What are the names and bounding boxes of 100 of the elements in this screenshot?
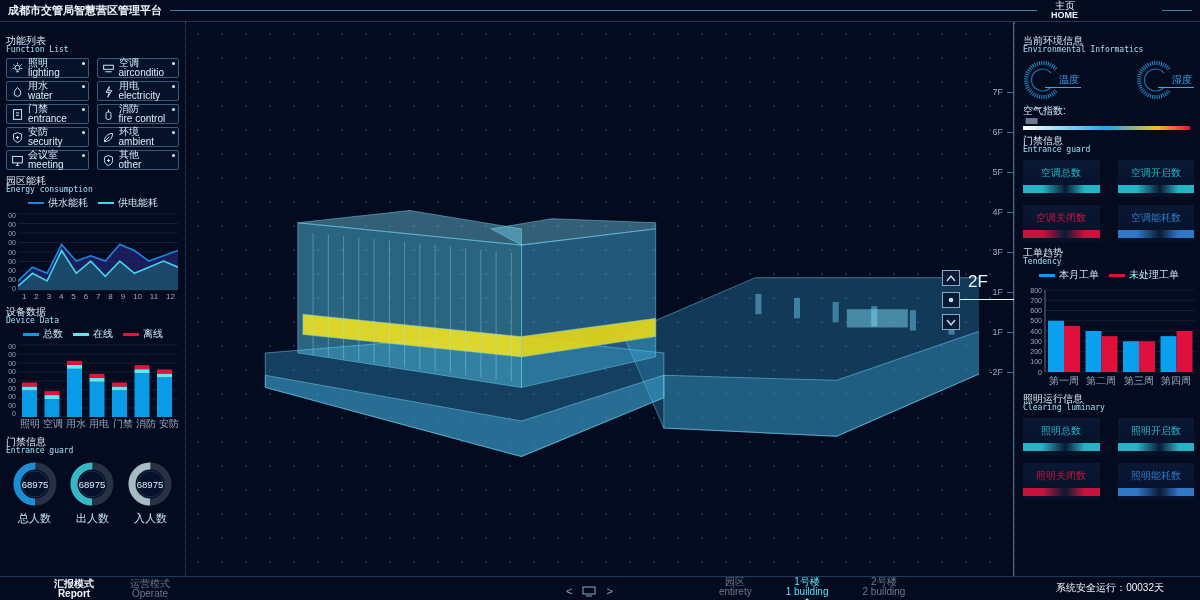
legend-label: 供水能耗 (47, 196, 88, 210)
drop-icon (11, 84, 24, 98)
stat-label: 空调能耗数 (1130, 211, 1181, 225)
axis-label: 10 (133, 292, 142, 301)
stat-label: 照明总数 (1041, 424, 1082, 438)
section-title: 当前环境信息 (1023, 36, 1084, 46)
axis-label: 门禁 (112, 417, 133, 431)
function-button[interactable]: 用电 electricity (96, 81, 179, 101)
app-title: 成都市交管局智慧营区管理平台 (8, 3, 162, 18)
section-subtitle: Entrance guard (1023, 146, 1092, 154)
monitor-icon (11, 153, 24, 167)
chevron-down-icon (945, 317, 957, 327)
axis-label: 第四周 (1161, 375, 1192, 386)
axis-label: 8 (108, 292, 113, 301)
function-button[interactable]: 消防 fire control (96, 104, 179, 124)
axis-label: 消防 (135, 417, 156, 431)
gauge-label: 温度 (1045, 73, 1081, 88)
axis-label: 安防 (158, 417, 179, 431)
section-subtitle: Environmental Informatics (1023, 46, 1145, 54)
mode-tab[interactable]: 运营模式 Operate (124, 578, 176, 600)
ring-value: 68975 (21, 478, 49, 490)
section-subtitle: Entrance guard (6, 447, 75, 455)
section-subtitle: Clearing luminary (1023, 404, 1106, 412)
function-button[interactable]: 环境 ambient (96, 127, 179, 147)
legend-label: 本月工单 (1058, 268, 1099, 282)
floor-center-button[interactable] (942, 292, 960, 308)
legend-label: 未处理工单 (1128, 268, 1179, 282)
function-button[interactable]: 空调 airconditio (96, 58, 179, 78)
floor-up-button[interactable] (942, 270, 960, 286)
section-subtitle: Function List (6, 46, 70, 54)
shield-icon (101, 153, 115, 167)
chart-bar (1048, 320, 1064, 372)
building-tab[interactable]: 园区 entirety (712, 576, 758, 600)
lamp-icon (11, 61, 24, 75)
chart-bar (1123, 341, 1139, 372)
stat-label: 空调总数 (1041, 166, 1082, 180)
axis-label: 11 (149, 292, 159, 301)
axis-label: 第二周 (1086, 375, 1117, 386)
axis-label: 1 (21, 292, 27, 301)
function-button[interactable]: 照明 lighting (6, 58, 89, 78)
section-title: 设备数据 (6, 307, 46, 317)
axis-label: 第三周 (1123, 375, 1154, 386)
section-subtitle: Device Data (6, 317, 60, 325)
function-button[interactable]: 用水 water (6, 81, 89, 101)
legend-label: 供电能耗 (117, 196, 158, 210)
stat-label: 照明能耗数 (1130, 469, 1181, 483)
gauge-label: 湿度 (1158, 73, 1194, 88)
mode-tab[interactable]: 汇报模式 Report (48, 578, 100, 600)
chart-bar (1085, 331, 1102, 372)
chart-bar (1160, 336, 1177, 372)
building-tab[interactable]: 2号楼 2 building (856, 576, 912, 600)
air-index-label: 空气指数: (1023, 104, 1067, 118)
legend-label: 总数 (42, 327, 63, 341)
section-subtitle: Energy consumption (6, 186, 94, 194)
axis-label: 6 (83, 292, 89, 301)
floor-down-button[interactable] (942, 314, 960, 330)
legend-label: 在线 (92, 327, 113, 341)
axis-label: 9 (120, 292, 126, 301)
section-title: 门禁信息 (6, 437, 47, 447)
stat-label: 照明关闭数 (1036, 469, 1087, 483)
stat-label: 空调开启数 (1130, 166, 1181, 180)
axis-label: 5 (71, 292, 76, 301)
axis-label: 用水 (66, 417, 87, 431)
function-button[interactable]: 门禁 entrance (6, 104, 89, 124)
ring-value: 68975 (136, 478, 164, 490)
safe-run-status: 系统安全运行：00032天 (1056, 581, 1164, 595)
stat-label: 空调关闭数 (1036, 211, 1087, 225)
chevron-up-icon (945, 273, 957, 283)
axis-label: 12 (166, 292, 175, 301)
function-button[interactable]: 其他 other (96, 150, 179, 170)
shield-icon (11, 130, 24, 144)
section-title: 照明运行信息 (1023, 394, 1083, 404)
section-title: 功能列表 (6, 36, 47, 46)
leader-line (960, 299, 1014, 300)
axis-label: 照明 (20, 417, 40, 431)
axis-label: 4 (58, 292, 64, 301)
section-subtitle: Tendency (1023, 258, 1062, 266)
section-title: 工单趋势 (1023, 248, 1064, 258)
id-card-icon (11, 107, 24, 121)
previous-button[interactable]: < (566, 586, 573, 597)
axis-label: 7 (96, 292, 101, 301)
section-title: 门禁信息 (1023, 136, 1064, 146)
axis-label: 2 (34, 292, 39, 301)
section-title: 园区能耗 (6, 176, 46, 186)
building-tab[interactable]: 1号楼 1 building (779, 576, 835, 600)
axis-label: 用电 (89, 417, 110, 431)
next-button[interactable]: > (606, 586, 613, 597)
legend-label: 离线 (142, 327, 163, 341)
chart-bar (1139, 341, 1155, 372)
leaf-icon (101, 130, 115, 144)
ring-label: 总人数 (18, 511, 52, 526)
stat-label: 照明开启数 (1130, 424, 1181, 438)
axis-label: 空调 (43, 417, 64, 431)
monitor-icon (582, 586, 597, 597)
chart-bar (1064, 325, 1080, 372)
function-button[interactable]: 安防 security (6, 127, 89, 147)
ring-label: 出人数 (76, 511, 109, 526)
home-button[interactable]: 主页 HOME (1045, 1, 1084, 20)
function-button[interactable]: 会议室 meeting (6, 150, 89, 170)
ring-label: 入人数 (133, 511, 167, 526)
